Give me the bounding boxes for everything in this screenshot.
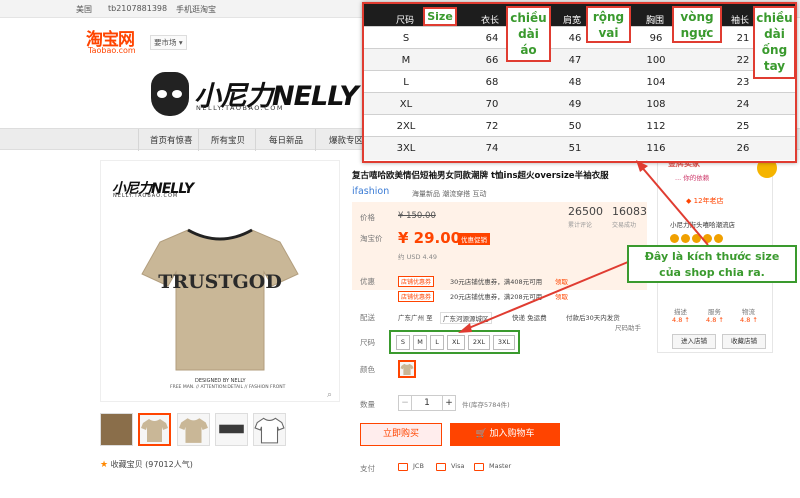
size-note: Đây là kích thước size của shop chia ra.	[627, 245, 797, 283]
size-note-line1: Đây là kích thước size	[644, 250, 780, 263]
arrow-head-icon	[636, 160, 648, 172]
arrow-to-sizes	[463, 261, 629, 331]
page: { "topbar": {"country": "美国", "user": "t…	[0, 0, 800, 498]
arrow-to-chart	[639, 164, 709, 246]
size-note-line2: của shop chia ra.	[659, 266, 765, 279]
arrow-head-icon	[458, 323, 472, 333]
